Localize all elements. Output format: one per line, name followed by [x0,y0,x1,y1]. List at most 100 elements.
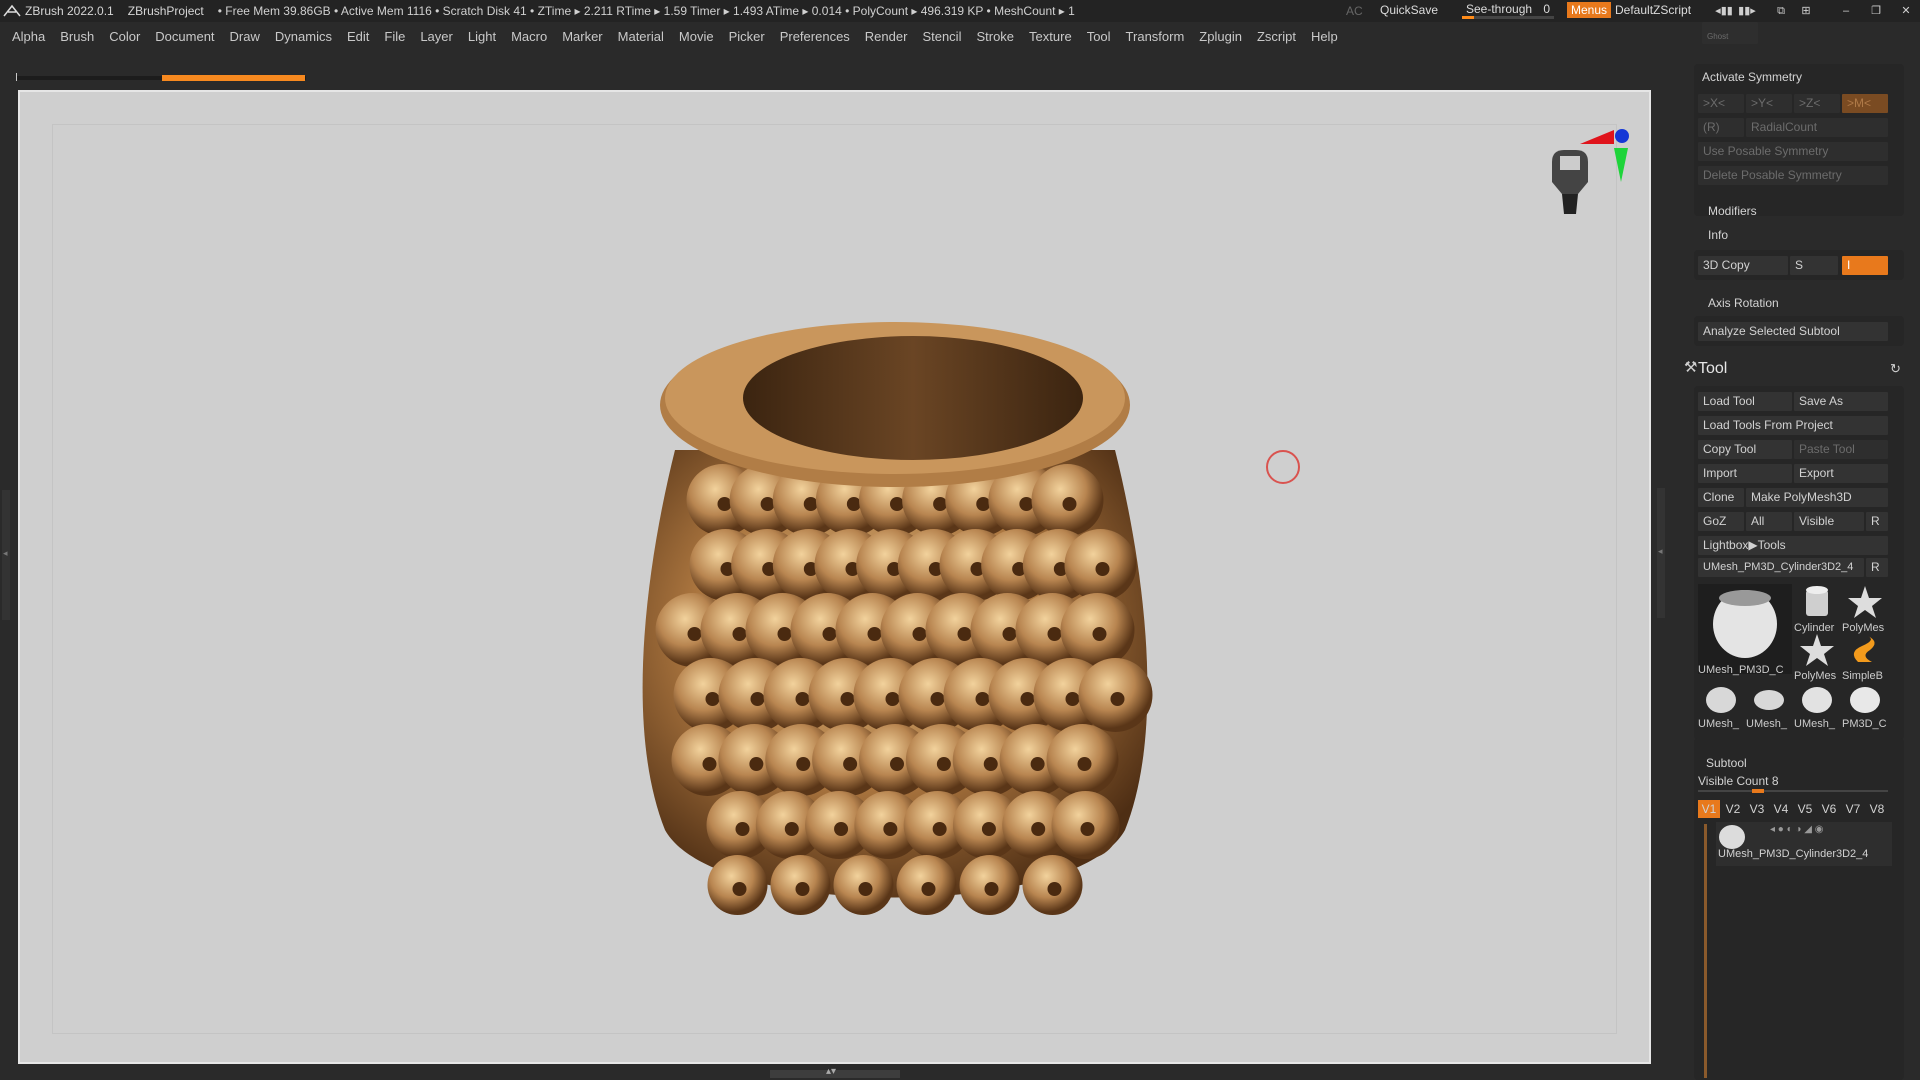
left-tray-handle[interactable]: ◂ [2,490,10,620]
export-button[interactable]: Export [1794,464,1888,483]
default-zscript-label[interactable]: DefaultZScript [1615,3,1691,17]
visible-count-slider[interactable]: Visible Count 8 [1698,774,1888,793]
tool-thumb-simplebrush[interactable]: SimpleB [1842,632,1888,682]
lightbox-tools-button[interactable]: Lightbox▶Tools [1698,536,1888,555]
menu-macro[interactable]: Macro [511,29,547,44]
import-button[interactable]: Import [1698,464,1792,483]
menu-alpha[interactable]: Alpha [12,29,45,44]
sym-x-button[interactable]: >X< [1698,94,1744,113]
axis-rotation-section[interactable]: Axis Rotation [1708,296,1779,310]
menu-material[interactable]: Material [618,29,664,44]
tool-thumb-polymesh-2[interactable]: PolyMes [1794,632,1840,682]
menu-color[interactable]: Color [109,29,140,44]
tab-v7[interactable]: V7 [1842,800,1864,818]
info-section[interactable]: Info [1708,228,1728,242]
analyze-selected-subtool-button[interactable]: Analyze Selected Subtool [1698,322,1888,341]
menus-button[interactable]: Menus [1567,2,1612,18]
paste-tool-button[interactable]: Paste Tool [1794,440,1888,459]
brush-cursor[interactable] [1266,450,1300,484]
navigation-gizmo[interactable] [1520,122,1630,232]
activate-symmetry-button[interactable]: Activate Symmetry [1702,70,1802,84]
menu-light[interactable]: Light [468,29,496,44]
tab-v3[interactable]: V3 [1746,800,1768,818]
restore-icon[interactable]: ❐ [1866,3,1886,19]
layout-icon[interactable]: ⧉ [1771,3,1791,19]
tool-thumb-cylinder[interactable]: Cylinder [1794,584,1840,634]
color-scheme-icon[interactable]: ⊞ [1796,3,1816,19]
menu-stroke[interactable]: Stroke [976,29,1014,44]
sym-z-button[interactable]: >Z< [1794,94,1840,113]
close-icon[interactable]: ✕ [1896,3,1916,19]
ac-label[interactable]: AC [1346,4,1363,18]
pot-model[interactable] [625,310,1165,950]
menu-dynamics[interactable]: Dynamics [275,29,332,44]
menu-preferences[interactable]: Preferences [780,29,850,44]
tool-thumb-umesh-1[interactable]: UMesh_ [1698,680,1744,730]
tab-v8[interactable]: V8 [1866,800,1888,818]
tool-thumb-umesh-3[interactable]: UMesh_ [1794,680,1840,730]
menu-draw[interactable]: Draw [230,29,260,44]
current-tool-slider[interactable]: UMesh_PM3D_Cylinder3D2_4 [1698,558,1864,577]
refresh-icon[interactable]: ↻ [1890,361,1901,377]
goz-r-button[interactable]: R [1866,512,1888,531]
subtool-scrollbar[interactable] [1704,824,1707,1078]
tool-thumb-polymesh-1[interactable]: PolyMes [1842,584,1888,634]
save-as-button[interactable]: Save As [1794,392,1888,411]
tab-v6[interactable]: V6 [1818,800,1840,818]
tool-palette-title[interactable]: Tool [1698,360,1727,378]
goz-all-button[interactable]: All [1746,512,1792,531]
copy-tool-button[interactable]: Copy Tool [1698,440,1792,459]
tab-v1[interactable]: V1 [1698,800,1720,818]
tool-thumb-main[interactable]: UMesh_PM3D_C [1698,584,1792,676]
copy3d-i-button[interactable]: I [1842,256,1888,275]
menu-render[interactable]: Render [865,29,908,44]
see-through-slider[interactable]: See-through 0 [1462,1,1554,19]
menu-layer[interactable]: Layer [420,29,453,44]
use-posable-symmetry-button[interactable]: Use Posable Symmetry [1698,142,1888,161]
make-polymesh3d-button[interactable]: Make PolyMesh3D [1746,488,1888,507]
menu-zscript[interactable]: Zscript [1257,29,1296,44]
menu-marker[interactable]: Marker [562,29,602,44]
menu-texture[interactable]: Texture [1029,29,1072,44]
right-tray-handle[interactable]: ◂ [1657,488,1665,618]
goz-visible-button[interactable]: Visible [1794,512,1864,531]
subtool-list-item[interactable]: ◂ ● ◐ ◑ ◢ ◉ UMesh_PM3D_Cylinder3D2_4 [1716,822,1892,866]
ghost-button[interactable]: Ghost [1702,22,1758,44]
modifiers-section[interactable]: Modifiers [1708,204,1757,218]
radial-count-slider[interactable]: RadialCount [1746,118,1888,137]
clone-button[interactable]: Clone [1698,488,1744,507]
document-canvas[interactable] [18,90,1651,1064]
load-tools-from-project-button[interactable]: Load Tools From Project [1698,416,1888,435]
menu-edit[interactable]: Edit [347,29,369,44]
sym-r-button[interactable]: (R) [1698,118,1744,137]
menu-help[interactable]: Help [1311,29,1338,44]
menu-brush[interactable]: Brush [60,29,94,44]
menu-picker[interactable]: Picker [729,29,765,44]
menu-stencil[interactable]: Stencil [922,29,961,44]
sym-y-button[interactable]: >Y< [1746,94,1792,113]
tab-v2[interactable]: V2 [1722,800,1744,818]
menu-tool[interactable]: Tool [1087,29,1111,44]
sym-m-button[interactable]: >M< [1842,94,1888,113]
current-tool-r-button[interactable]: R [1866,558,1888,577]
tab-v4[interactable]: V4 [1770,800,1792,818]
menu-zplugin[interactable]: Zplugin [1199,29,1242,44]
load-tool-button[interactable]: Load Tool [1698,392,1792,411]
brightness-right-icon[interactable]: ▮▮▸ [1737,3,1757,19]
menu-file[interactable]: File [384,29,405,44]
quicksave-button[interactable]: QuickSave [1380,3,1438,17]
tool-thumb-pm3d[interactable]: PM3D_C [1842,680,1888,730]
3d-copy-button[interactable]: 3D Copy [1698,256,1788,275]
subtool-visibility-icons[interactable]: ◂ ● ◐ ◑ ◢ ◉ [1770,824,1823,835]
goz-button[interactable]: GoZ [1698,512,1744,531]
copy3d-s-button[interactable]: S [1790,256,1838,275]
menu-document[interactable]: Document [155,29,214,44]
brightness-left-icon[interactable]: ◂▮▮ [1714,3,1734,19]
project-name[interactable]: ZBrushProject [128,4,204,18]
tab-v5[interactable]: V5 [1794,800,1816,818]
subtool-section-title[interactable]: Subtool [1706,756,1747,770]
minimize-icon[interactable]: – [1836,3,1856,19]
tool-thumb-umesh-2[interactable]: UMesh_ [1746,680,1792,730]
menu-transform[interactable]: Transform [1126,29,1185,44]
bottom-tray-handle[interactable]: ▴▾ [770,1066,900,1078]
